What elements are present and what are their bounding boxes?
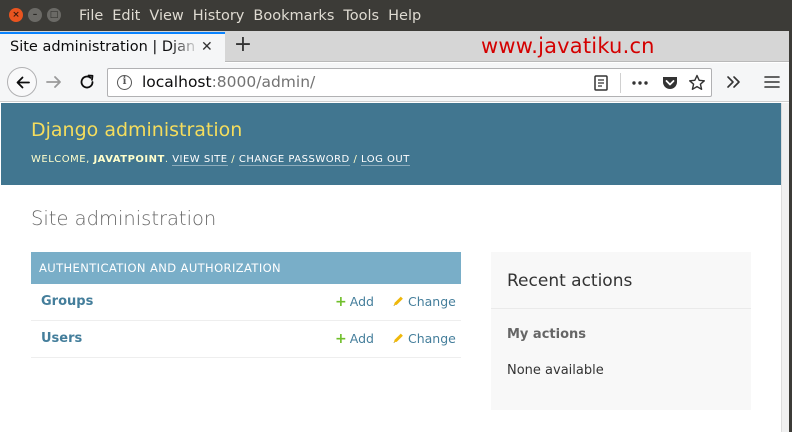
tab-strip: Site administration | Django ✕ + www.jav… [0,31,792,63]
pocket-icon [663,77,677,89]
url-path: :8000/admin/ [211,73,316,91]
overflow-menu-button[interactable] [723,71,745,93]
new-tab-icon[interactable]: + [231,31,255,59]
add-label: Add [349,294,374,309]
window-close-icon[interactable]: × [9,8,23,22]
tab-close-icon[interactable]: ✕ [201,39,213,55]
tab-title: Site administration | Django [10,39,195,55]
menu-help[interactable]: Help [388,8,421,24]
user-tools: WELCOME, JAVATPOINT. VIEW SITE / CHANGE … [31,154,410,166]
change-password-link[interactable]: CHANGE PASSWORD [238,154,350,166]
app-module-auth: AUTHENTICATION AND AUTHORIZATION Groups … [31,252,461,358]
pencil-icon [393,296,403,306]
app-menu: File Edit View History Bookmarks Tools H… [79,0,430,31]
back-arrow-icon [16,76,30,89]
bookmark-star-button[interactable] [686,72,708,94]
page-title: Site administration [31,207,217,230]
menu-view[interactable]: View [149,8,183,24]
recent-actions-title: Recent actions [507,271,633,291]
forward-arrow-icon [46,76,61,88]
watermark: www.javatiku.cn [481,34,655,58]
recent-actions-panel: Recent actions My actions None available [491,252,751,410]
url-bar[interactable]: i localhost:8000/admin/ [107,68,712,97]
pocket-button[interactable] [659,72,681,94]
model-link-users[interactable]: Users [41,331,82,346]
model-row-users: Users + Add Change [31,321,461,358]
pencil-icon [393,333,403,343]
reader-view-button[interactable] [590,72,612,94]
reload-button[interactable] [76,71,98,93]
menu-edit[interactable]: Edit [112,8,140,24]
hamburger-icon [764,76,780,88]
forward-button[interactable] [43,71,65,93]
os-menubar: × – □ File Edit View History Bookmarks T… [0,0,792,31]
menu-file[interactable]: File [79,8,103,24]
view-site-link[interactable]: VIEW SITE [172,154,228,166]
recent-actions-divider [491,308,751,309]
change-label: Change [408,294,456,309]
admin-header: Django administration WELCOME, JAVATPOIN… [1,103,781,185]
model-row-groups: Groups + Add Change [31,284,461,321]
add-icon: + [335,294,347,310]
menu-bookmarks[interactable]: Bookmarks [253,8,334,24]
recent-actions-empty: None available [507,363,604,378]
my-actions-heading: My actions [507,327,587,342]
welcome-text: WELCOME, [31,154,90,165]
reload-icon [80,74,94,89]
module-caption[interactable]: AUTHENTICATION AND AUTHORIZATION [31,252,461,284]
add-icon: + [335,331,347,347]
url-text[interactable]: localhost:8000/admin/ [142,73,315,91]
add-label: Add [349,331,374,346]
change-users-link[interactable]: Change [392,331,456,346]
tab-site-administration[interactable]: Site administration | Django ✕ [0,32,225,63]
username: JAVATPOINT [93,154,165,165]
model-link-groups[interactable]: Groups [41,294,93,309]
star-icon [689,74,705,90]
page-viewport: Django administration WELCOME, JAVATPOIN… [1,103,781,432]
tab-title-fade [170,34,200,62]
menu-history[interactable]: History [193,8,245,24]
window-maximize-icon[interactable]: □ [47,8,61,22]
url-host: localhost [142,73,212,91]
url-separator [620,73,621,93]
window-minimize-icon[interactable]: – [28,8,42,22]
chevron-double-right-icon [727,76,740,88]
reader-view-icon [594,75,608,91]
site-info-icon[interactable]: i [117,75,132,90]
page-actions-button[interactable] [629,72,651,94]
menu-tools[interactable]: Tools [343,8,379,24]
add-groups-link[interactable]: + Add [335,294,374,310]
navigation-toolbar: i localhost:8000/admin/ [0,63,792,102]
log-out-link[interactable]: LOG OUT [361,154,410,166]
hamburger-menu-button[interactable] [761,71,783,93]
site-branding[interactable]: Django administration [31,119,242,141]
add-users-link[interactable]: + Add [335,331,374,347]
more-icon [632,81,648,85]
change-groups-link[interactable]: Change [392,294,456,309]
back-button[interactable] [7,67,37,97]
change-label: Change [408,331,456,346]
